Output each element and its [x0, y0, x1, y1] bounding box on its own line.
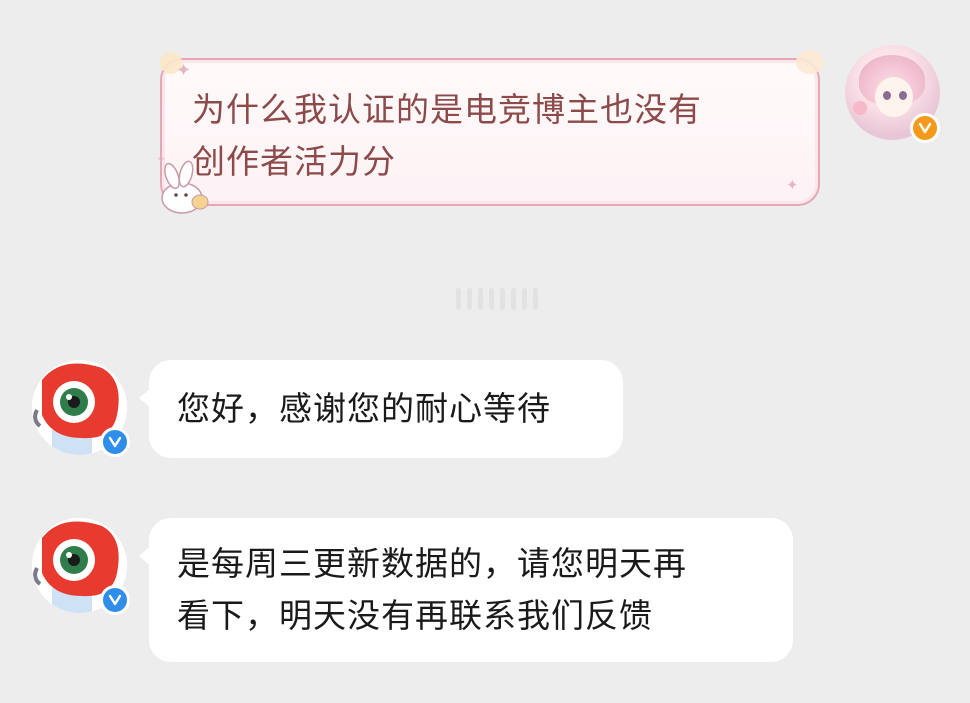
service-message-line-1: 是每周三更新数据的，请您明天再 [177, 544, 687, 583]
sparkle-icon: ✦ [786, 176, 799, 194]
verified-blue-v-icon [100, 585, 130, 615]
loading-indicator [456, 288, 538, 310]
service-message-bubble[interactable]: 是每周三更新数据的，请您明天再 看下，明天没有再联系我们反馈 [139, 518, 793, 662]
verified-blue-v-icon [100, 427, 130, 457]
bubble-corner-decoration [796, 50, 824, 74]
bunny-sticker-icon [161, 160, 209, 214]
verified-orange-v-icon [910, 113, 940, 143]
sparkle-icon: ✦ [176, 60, 192, 81]
user-message-bubble[interactable]: 为什么我认证的是电竞博主也没有 创作者活力分 [160, 58, 820, 206]
user-message-line-2: 创作者活力分 [192, 142, 396, 181]
service-message-line-2: 看下，明天没有再联系我们反馈 [177, 596, 653, 635]
service-message-bubble[interactable]: 您好，感谢您的耐心等待 [139, 360, 623, 458]
user-message-line-1: 为什么我认证的是电竞博主也没有 [192, 90, 702, 129]
service-message-line-1: 您好，感谢您的耐心等待 [177, 389, 551, 428]
